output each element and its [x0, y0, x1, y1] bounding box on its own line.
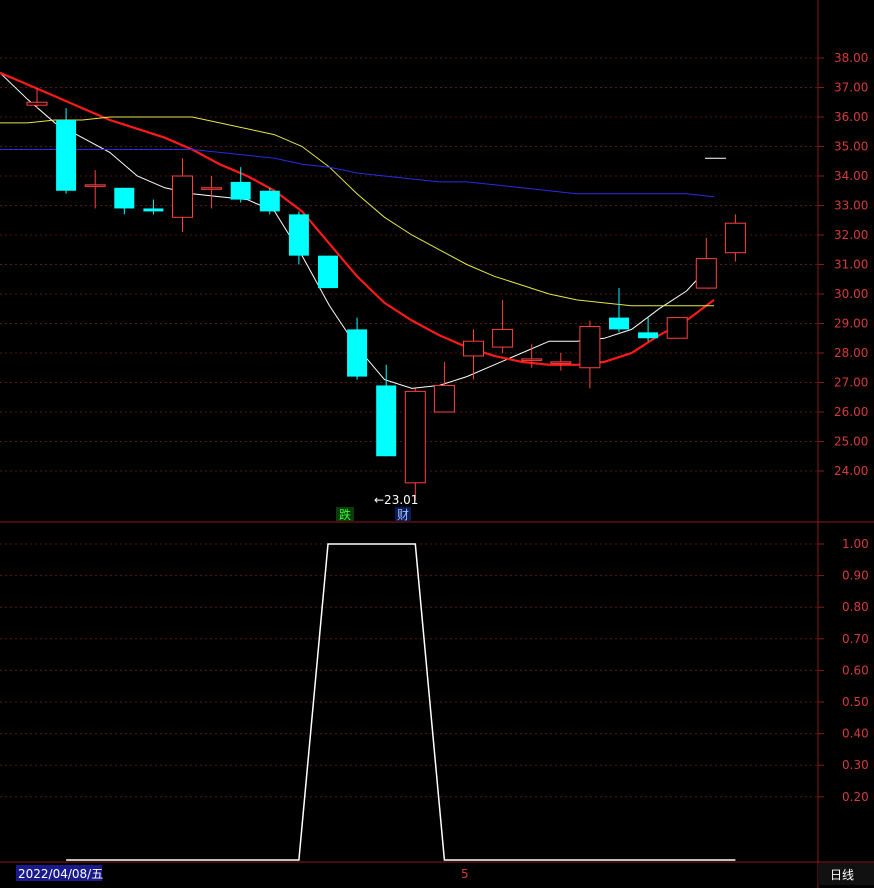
- candle-body: [318, 255, 338, 289]
- candle: [463, 329, 484, 380]
- indicator-tick-label: 0.90: [842, 569, 869, 583]
- candle-body: [259, 190, 280, 212]
- indicator-tick-label: 0.30: [842, 758, 869, 772]
- axes-frame: [0, 0, 874, 888]
- candle-body: [114, 187, 135, 209]
- candle: [172, 158, 193, 233]
- candle: [56, 108, 77, 194]
- candle: [230, 167, 251, 203]
- candle-body: [230, 181, 251, 200]
- price-tick-label: 29.00: [834, 317, 868, 331]
- indicator-axis-ticks: 1.00 0.90 0.80 0.70 0.60 0.50 0.40 0.30 0.20: [818, 537, 869, 804]
- candle-body: [579, 325, 601, 369]
- price-tick-label: 26.00: [834, 405, 868, 419]
- price-tick-label: 37.00: [834, 81, 868, 95]
- candle: [666, 317, 688, 339]
- signal-marker-2: 财: [397, 508, 409, 522]
- candle-body: [84, 184, 106, 187]
- price-tick-label: 33.00: [834, 199, 868, 213]
- period-button[interactable]: 日线: [830, 868, 854, 882]
- price-tick-label: 25.00: [834, 435, 868, 449]
- price-axis-ticks: 38.00 37.00 36.00 35.00 34.00 33.00 32.00 31.00…: [818, 51, 868, 478]
- candle-body: [463, 340, 484, 357]
- indicator-tick-label: 1.00: [842, 537, 869, 551]
- candle: [114, 187, 135, 215]
- candle-body: [492, 328, 514, 348]
- indicator-tick-label: 0.70: [842, 632, 869, 646]
- candle-body: [550, 361, 572, 364]
- price-tick-label: 36.00: [834, 110, 868, 124]
- price-tick-label: 24.00: [834, 464, 868, 478]
- candle-body: [26, 101, 48, 106]
- candle: [201, 176, 223, 209]
- price-tick-label: 30.00: [834, 287, 868, 301]
- current-date: 2022/04/08/五: [18, 867, 103, 881]
- candle-body: [433, 384, 455, 413]
- stock-chart: 38.00 37.00 36.00 35.00 34.00 33.00 32.00 31.00…: [0, 0, 874, 888]
- low-price-label: ←23.01: [374, 493, 418, 507]
- indicator-tick-label: 0.60: [842, 663, 869, 677]
- price-tick-label: 32.00: [834, 228, 868, 242]
- candle: [84, 170, 106, 209]
- candle: [609, 288, 629, 333]
- candle-body: [609, 317, 629, 330]
- price-tick-label: 27.00: [834, 376, 868, 390]
- price-tick-label: 35.00: [834, 140, 868, 154]
- candle-body: [201, 187, 223, 190]
- indicator-grid: [0, 543, 818, 798]
- candle-body: [404, 390, 426, 484]
- signal-marker-1: 跌: [339, 507, 351, 522]
- candle-body: [666, 317, 688, 339]
- price-tick-label: 34.00: [834, 169, 868, 183]
- indicator-tick-label: 0.80: [842, 600, 869, 614]
- candle-body: [143, 208, 164, 212]
- price-tick-label: 28.00: [834, 346, 868, 360]
- candle-body: [288, 214, 309, 256]
- candle-body: [521, 358, 543, 361]
- candle: [318, 255, 338, 289]
- candle: [492, 299, 514, 353]
- price-tick-label: 31.00: [834, 258, 868, 272]
- indicator-tick-label: 0.40: [842, 727, 869, 741]
- candle-body: [56, 119, 77, 191]
- candle-body: [638, 332, 659, 339]
- candle: [259, 187, 280, 215]
- indicator-tick-label: 0.50: [842, 695, 869, 709]
- candle-body: [724, 222, 746, 254]
- candle: [724, 214, 746, 262]
- candle: [376, 364, 397, 457]
- indicator-tick-label: 0.20: [842, 790, 869, 804]
- candle: [695, 237, 717, 289]
- candle-body: [172, 175, 193, 218]
- candle: [638, 317, 659, 342]
- candle: [347, 317, 368, 380]
- candle: [404, 388, 426, 501]
- candle: [579, 320, 601, 389]
- candle-body: [695, 258, 717, 289]
- candle: [550, 353, 572, 371]
- moving-average-4: [0, 149, 715, 198]
- candle: [433, 361, 455, 413]
- candle-body: [376, 385, 397, 457]
- candle: [288, 211, 309, 265]
- price-tick-label: 38.00: [834, 51, 868, 65]
- candle-body: [347, 329, 368, 377]
- time-marker: 5: [461, 867, 469, 881]
- candle: [143, 199, 164, 215]
